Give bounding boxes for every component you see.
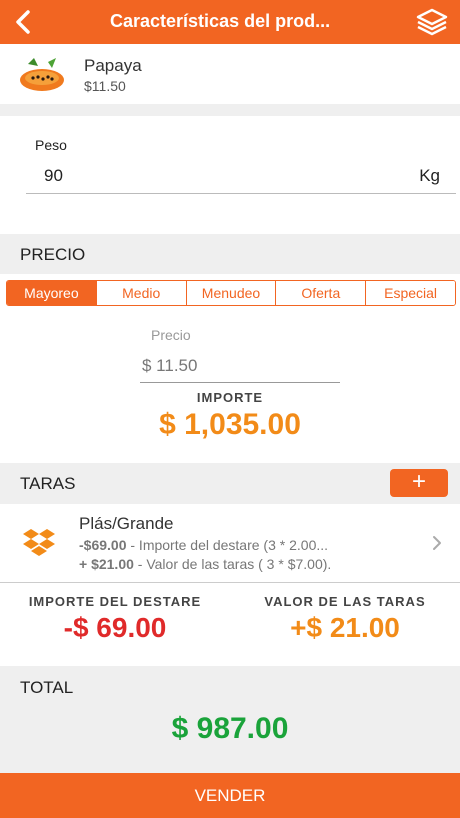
divider [0,104,460,116]
peso-input[interactable]: 90 [44,166,63,186]
destare-label: IMPORTE DEL DESTARE [28,594,202,609]
chevron-right-icon [430,534,444,552]
tara-valor-amount: + $21.00 [79,556,134,572]
precio-section-title: PRECIO [20,245,86,264]
tara-list-item[interactable]: Plás/Grande -$69.00 - Importe del destar… [0,504,460,582]
papaya-image [18,56,66,96]
vender-button[interactable]: VENDER [0,773,460,818]
peso-unit: Kg [419,166,440,185]
tara-destare-line: -$69.00 - Importe del destare (3 * 2.00.… [79,537,424,553]
tara-destare-text: - Importe del destare (3 * 2.00... [126,537,329,553]
top-app-bar: Características del prod... [0,0,460,44]
tab-menudeo[interactable]: Menudeo [185,281,276,305]
page-title: Características del prod... [110,11,331,31]
tara-valor-line: + $21.00 - Valor de las taras ( 3 * $7.0… [79,556,424,572]
peso-label: Peso [35,137,67,153]
product-summary: Papaya $11.50 [0,44,460,104]
chevron-left-icon [16,10,30,34]
back-button[interactable] [8,4,44,40]
valor-taras-label: VALOR DE LAS TARAS [264,594,426,609]
peso-underline [26,193,456,194]
precio-input[interactable]: $ 11.50 [142,356,197,376]
tab-especial[interactable]: Especial [365,281,455,305]
layers-icon [416,8,448,36]
tab-mayoreo[interactable]: Mayoreo [7,281,96,305]
price-tier-tabs: Mayoreo Medio Menudeo Oferta Especial [6,280,456,306]
tab-oferta[interactable]: Oferta [275,281,366,305]
tara-destare-amount: -$69.00 [79,537,127,553]
product-name: Papaya [84,56,142,75]
importe-label: IMPORTE [196,390,264,405]
product-price: $11.50 [84,78,126,94]
taras-section-title: TARAS [20,474,76,493]
add-tara-button[interactable]: + [390,469,448,497]
precio-underline [140,382,340,383]
destare-value: -$ 69.00 [63,612,167,643]
dropbox-box-icon [22,528,56,558]
tab-medio[interactable]: Medio [95,281,186,305]
total-value: $ 987.00 [171,712,289,745]
valor-taras-value: +$ 21.00 [290,612,400,643]
importe-value: $ 1,035.00 [159,408,301,441]
divider [0,582,460,583]
tara-valor-text: - Valor de las taras ( 3 * $7.00). [133,556,332,572]
layers-button[interactable] [416,8,448,36]
precio-field-label: Precio [151,327,191,343]
tara-name: Plás/Grande [79,514,174,533]
total-label: TOTAL [20,678,74,697]
